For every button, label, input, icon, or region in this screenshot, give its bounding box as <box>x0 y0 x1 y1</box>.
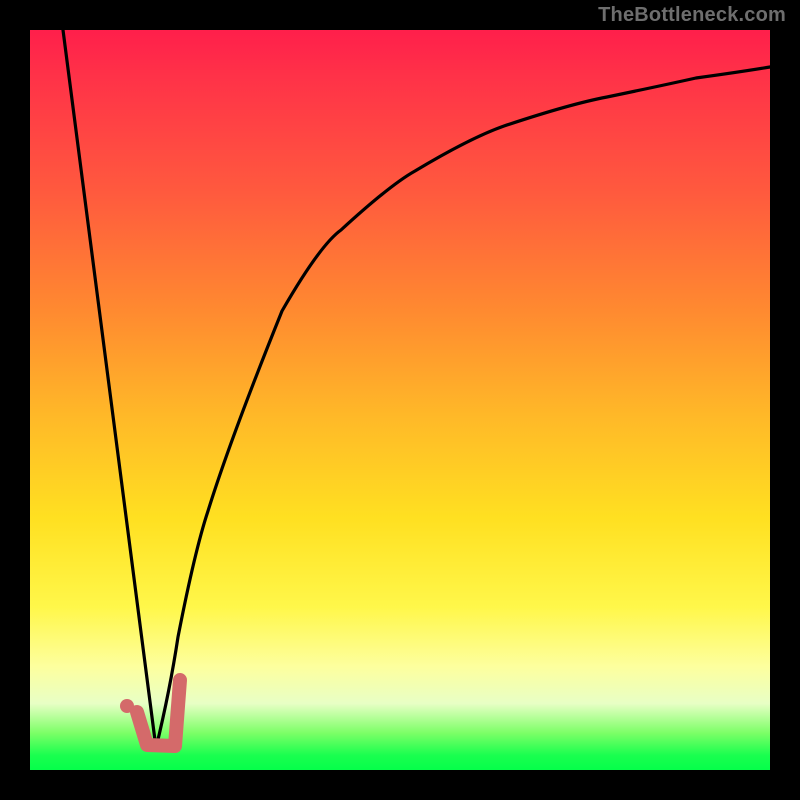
chart-frame: TheBottleneck.com <box>0 0 800 800</box>
series-rising-curve <box>156 67 770 748</box>
watermark-text: TheBottleneck.com <box>598 4 786 27</box>
curves-layer <box>30 30 770 770</box>
series-falling-line <box>63 30 156 748</box>
plot-area <box>30 30 770 770</box>
